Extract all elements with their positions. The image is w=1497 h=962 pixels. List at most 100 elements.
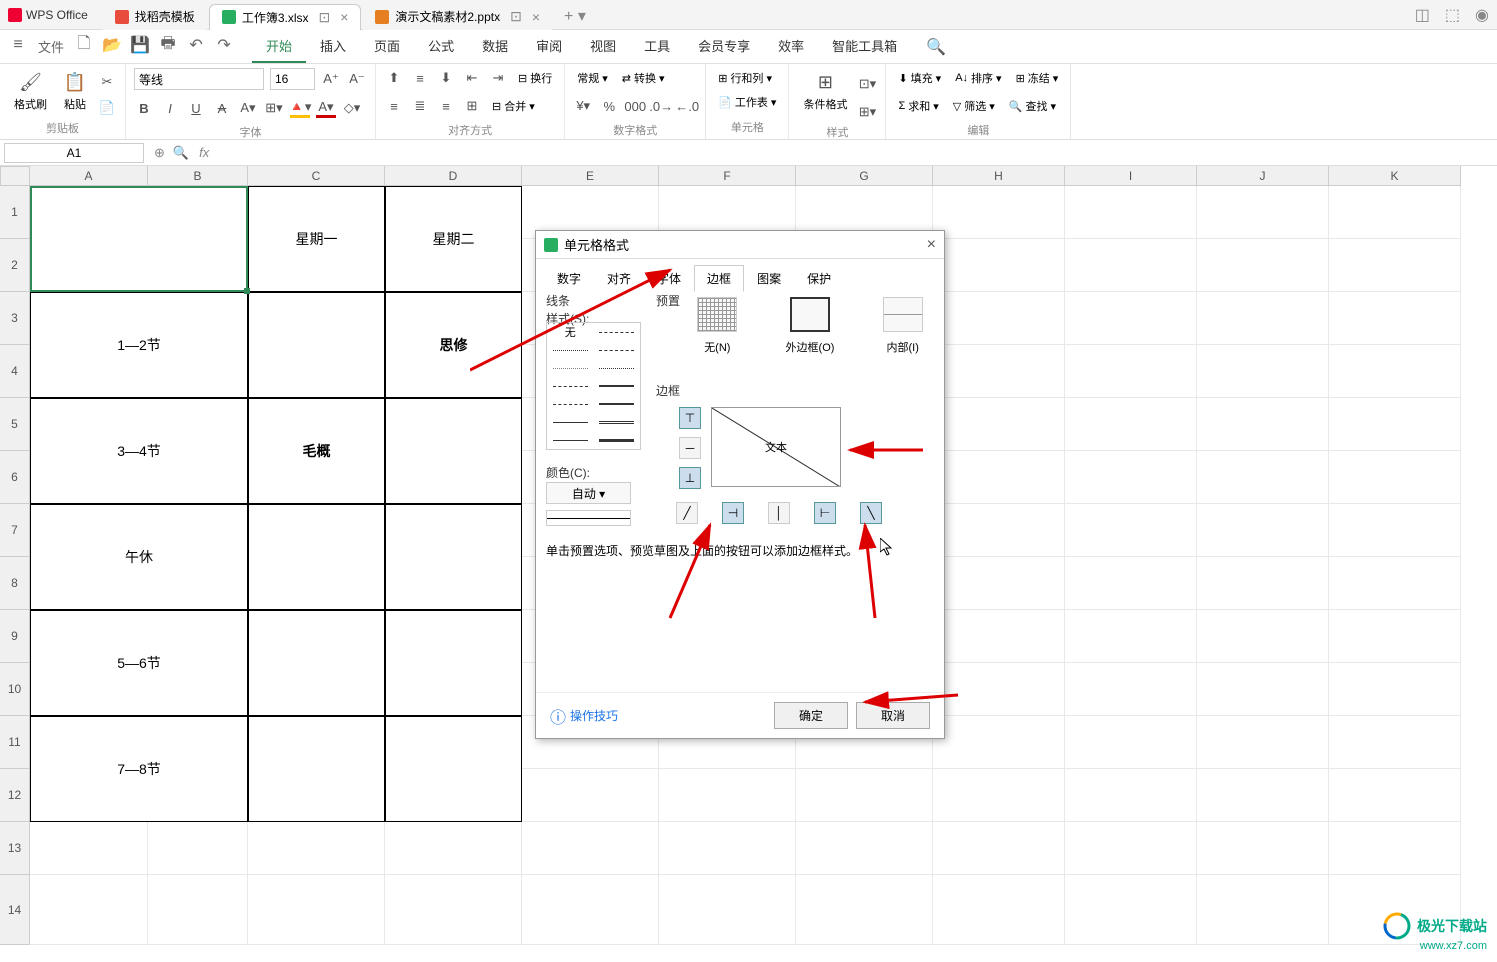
cell[interactable]	[30, 239, 148, 292]
cell[interactable]	[1329, 239, 1461, 292]
fill-color-icon[interactable]: 🔺▾	[290, 98, 310, 118]
cell[interactable]	[248, 451, 385, 504]
cell[interactable]	[385, 504, 522, 557]
cell[interactable]	[148, 716, 248, 769]
font-name-select[interactable]	[134, 68, 264, 90]
cell[interactable]	[1065, 186, 1197, 239]
cell[interactable]	[1197, 345, 1329, 398]
fill-button[interactable]: ⬇ 填充 ▾	[894, 68, 945, 88]
col-header-G[interactable]: G	[796, 166, 933, 186]
row-header-12[interactable]: 12	[0, 769, 30, 822]
border-right-button[interactable]: ⊢	[814, 502, 836, 524]
cell[interactable]	[30, 504, 148, 557]
cell[interactable]	[148, 398, 248, 451]
tab-presentation[interactable]: 演示文稿素材2.pptx⊡×	[363, 4, 552, 30]
cell[interactable]	[248, 345, 385, 398]
cond-format-button[interactable]: ⊞条件格式	[797, 68, 853, 114]
cell[interactable]	[1197, 769, 1329, 822]
worksheet-button[interactable]: 📄 工作表 ▾	[714, 92, 780, 112]
col-header-D[interactable]: D	[385, 166, 522, 186]
tab-efficiency[interactable]: 效率	[764, 30, 818, 63]
cell[interactable]	[385, 822, 522, 875]
row-header-14[interactable]: 14	[0, 875, 30, 945]
cell-style-icon[interactable]: ⊡▾	[857, 74, 877, 94]
cell[interactable]	[385, 716, 522, 769]
cancel-fx-icon[interactable]: ⊕	[154, 145, 165, 161]
cell[interactable]	[385, 451, 522, 504]
cell[interactable]	[1065, 769, 1197, 822]
cell[interactable]	[1065, 345, 1197, 398]
col-header-C[interactable]: C	[248, 166, 385, 186]
border-bottom-button[interactable]: ⊥	[679, 467, 701, 489]
indent-dec-icon[interactable]: ⇤	[462, 68, 482, 88]
preset-none-button[interactable]	[697, 297, 737, 332]
row-header-13[interactable]: 13	[0, 822, 30, 875]
cell[interactable]	[1065, 292, 1197, 345]
cut-icon[interactable]: ✂	[97, 72, 117, 92]
cell[interactable]	[1197, 716, 1329, 769]
print-icon[interactable]: 🖶	[160, 37, 176, 53]
cell[interactable]	[1329, 504, 1461, 557]
cell[interactable]	[1197, 292, 1329, 345]
tab-tools[interactable]: 工具	[630, 30, 684, 63]
cell[interactable]	[933, 239, 1065, 292]
cell[interactable]	[933, 822, 1065, 875]
decrease-font-icon[interactable]: A⁻	[347, 69, 367, 89]
cell[interactable]	[30, 875, 148, 945]
cell[interactable]	[1197, 398, 1329, 451]
align-bottom-icon[interactable]: ⬇	[436, 68, 456, 88]
cell[interactable]	[1197, 504, 1329, 557]
dlg-tab-border[interactable]: 边框	[694, 265, 744, 292]
undo-icon[interactable]: ↶	[188, 37, 204, 53]
cell[interactable]	[148, 557, 248, 610]
cell[interactable]	[1329, 716, 1461, 769]
cell[interactable]	[1065, 398, 1197, 451]
tab-data[interactable]: 数据	[468, 30, 522, 63]
cell[interactable]	[385, 663, 522, 716]
name-box[interactable]	[4, 143, 144, 163]
merge-button[interactable]: ⊟ 合并 ▾	[488, 96, 539, 116]
cell[interactable]	[148, 663, 248, 716]
dec-dec-icon[interactable]: ←.0	[677, 96, 697, 116]
cell[interactable]	[659, 875, 796, 945]
col-header-K[interactable]: K	[1329, 166, 1461, 186]
row-header-2[interactable]: 2	[0, 239, 30, 292]
cell[interactable]	[385, 610, 522, 663]
cell[interactable]	[1197, 186, 1329, 239]
cell[interactable]	[248, 875, 385, 945]
col-header-I[interactable]: I	[1065, 166, 1197, 186]
file-menu[interactable]: 文件	[38, 37, 64, 56]
tab-start[interactable]: 开始	[252, 30, 306, 63]
cell[interactable]	[1197, 875, 1329, 945]
cell[interactable]	[148, 345, 248, 398]
color-select[interactable]: 自动 ▾	[546, 482, 631, 504]
col-header-E[interactable]: E	[522, 166, 659, 186]
cell[interactable]	[30, 398, 148, 451]
cell[interactable]	[933, 610, 1065, 663]
cell[interactable]	[1065, 822, 1197, 875]
align-center-icon[interactable]: ≣	[410, 96, 430, 116]
cell[interactable]	[1329, 557, 1461, 610]
cell[interactable]	[796, 822, 933, 875]
dlg-tab-number[interactable]: 数字	[544, 265, 594, 292]
dlg-tab-align[interactable]: 对齐	[594, 265, 644, 292]
cell[interactable]	[1065, 504, 1197, 557]
redo-icon[interactable]: ↷	[216, 37, 232, 53]
tab-template[interactable]: 找稻壳模板	[103, 4, 207, 30]
cell[interactable]	[1329, 663, 1461, 716]
freeze-button[interactable]: ⊞ 冻结 ▾	[1012, 68, 1063, 88]
cell[interactable]	[659, 769, 796, 822]
cell[interactable]	[933, 345, 1065, 398]
new-icon[interactable]: 🗋	[76, 37, 92, 53]
col-header-H[interactable]: H	[933, 166, 1065, 186]
paste-button[interactable]: 📋粘贴	[57, 68, 93, 114]
cell[interactable]	[1329, 610, 1461, 663]
fx-icon[interactable]: fx	[199, 145, 209, 160]
cell[interactable]	[1065, 716, 1197, 769]
border-diag-up-button[interactable]: ╱	[676, 502, 698, 524]
border-icon[interactable]: ⊞▾	[264, 98, 284, 118]
cell[interactable]	[796, 769, 933, 822]
cell[interactable]	[30, 663, 148, 716]
menu-icon[interactable]: ≡	[10, 37, 26, 53]
cell[interactable]	[933, 716, 1065, 769]
